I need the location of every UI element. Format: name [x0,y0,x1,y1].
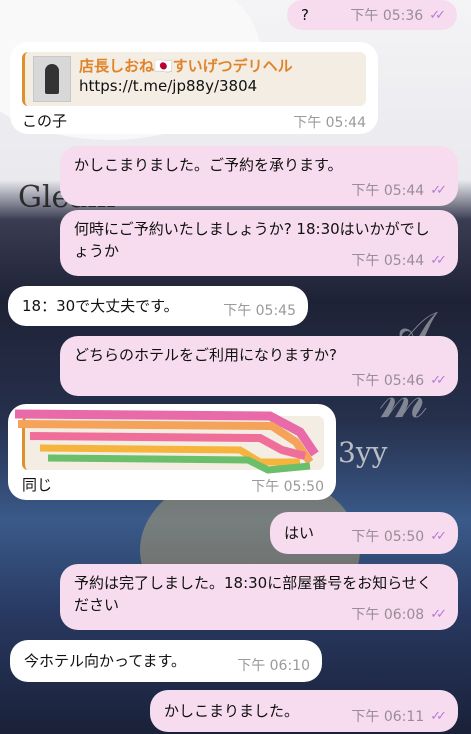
profile-photo-thumbnail [33,56,71,102]
link-preview-url[interactable]: https://t.me/jp88y/3804 [79,76,293,96]
message-time: 下午 05:36 [350,8,424,24]
read-ticks-icon: ✓✓ [429,7,446,23]
message-text: かしこまりました。ご予約を承ります。 [74,156,343,174]
link-preview-card[interactable]: 店長しおね🇯🇵すいげつデリヘル https://t.me/jp88y/3804 [22,52,366,106]
message-bubble-outgoing[interactable]: 予約は完了しました。18:30に部屋番号をお知らせください 下午 06:08 ✓… [60,564,458,630]
message-meta: 下午 05:50 ✓✓ [351,526,447,546]
message-bubble-incoming[interactable]: 18：30で大丈夫です。 下午 05:45 [8,286,308,326]
message-bubble-outgoing[interactable]: はい 下午 05:50 ✓✓ [270,512,458,554]
message-bubble-outgoing[interactable]: 何時にご予約いたしましょうか? 18:30はいかがでしょうか 下午 05:44 … [60,210,458,276]
message-bubble-outgoing[interactable]: かしこまりました。ご予約を承ります。 下午 05:44 ✓✓ [60,146,458,206]
wallpaper-right-text: 3yy [338,436,388,469]
read-ticks-icon: ✓✓ [430,372,447,388]
message-time: 下午 05:44 [351,253,425,269]
message-meta: 下午 05:44 ✓✓ [351,180,447,200]
message-time: 下午 06:10 [237,658,310,674]
message-bubble-incoming[interactable]: 今ホテル向かってます。 下午 06:10 [10,640,322,682]
message-text: どちらのホテルをご利用になりますか? [74,346,337,364]
read-ticks-icon: ✓✓ [430,528,447,544]
message-time: 下午 05:44 [351,183,425,199]
redaction-scribble [14,409,319,474]
message-time: 下午 06:11 [351,709,425,725]
message-meta: 下午 06:11 ✓✓ [351,706,447,726]
message-meta: 下午 05:50 [251,476,324,496]
message-time: 下午 05:50 [251,479,324,495]
read-ticks-icon: ✓✓ [430,182,447,198]
message-time: 下午 05:46 [351,373,425,389]
link-preview-title: 店長しおね🇯🇵すいげつデリヘル [79,57,293,75]
message-bubble-outgoing[interactable]: ? 下午 05:36 ✓✓ [287,0,457,30]
message-meta: 下午 06:08 ✓✓ [351,604,447,624]
message-meta: 下午 05:45 [223,300,296,320]
read-ticks-icon: ✓✓ [430,708,447,724]
read-ticks-icon: ✓✓ [430,252,447,268]
message-bubble-incoming[interactable]: 店長しおね🇯🇵すいげつデリヘル https://t.me/jp88y/3804 … [10,42,378,134]
message-time: 下午 05:45 [223,303,296,319]
message-time: 下午 05:44 [293,115,366,131]
message-meta: 下午 05:46 ✓✓ [351,370,447,390]
message-time: 下午 05:50 [351,529,425,545]
message-bubble-outgoing[interactable]: かしこまりました。 下午 06:11 ✓✓ [150,690,458,732]
message-meta: 下午 05:36 ✓✓ [350,5,446,25]
message-meta: 下午 06:10 [237,655,310,675]
read-ticks-icon: ✓✓ [430,606,447,622]
message-time: 下午 06:08 [351,607,425,623]
message-meta: 下午 05:44 ✓✓ [351,250,447,270]
message-bubble-outgoing[interactable]: どちらのホテルをご利用になりますか? 下午 05:46 ✓✓ [60,336,458,396]
message-meta: 下午 05:44 [293,112,366,132]
